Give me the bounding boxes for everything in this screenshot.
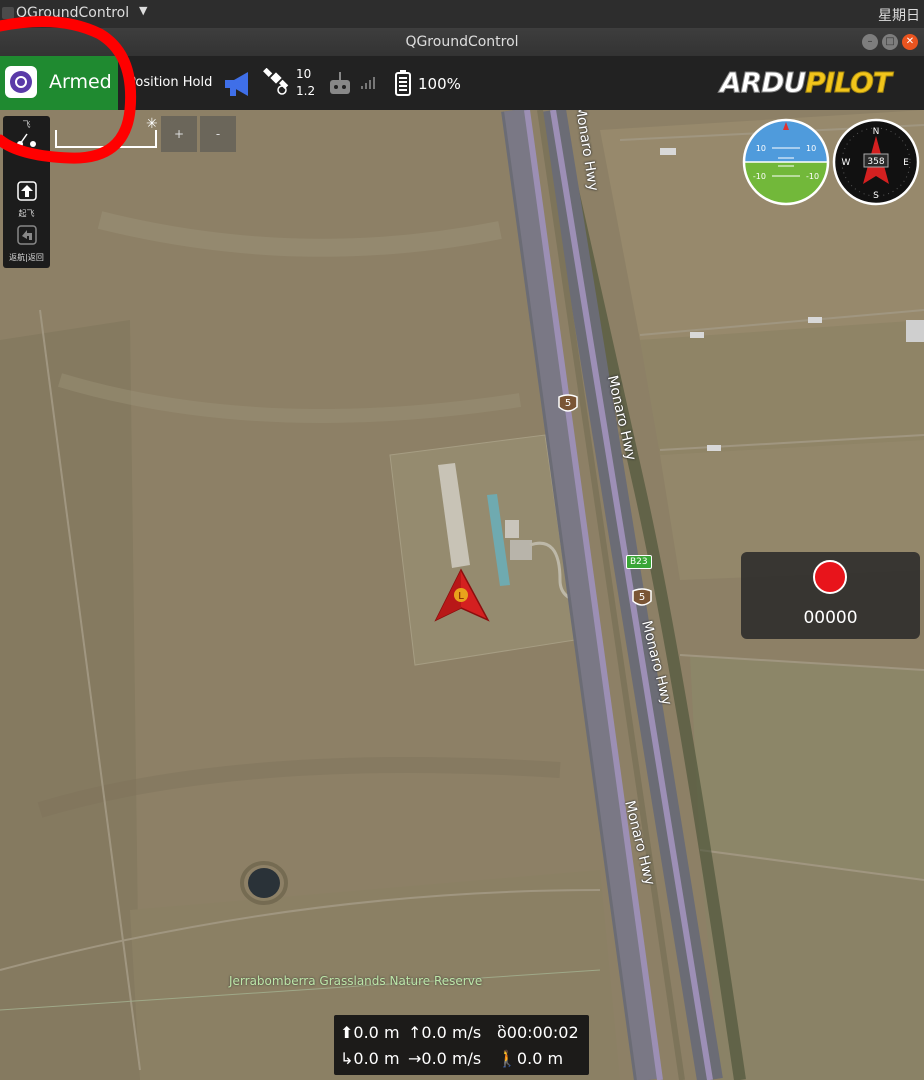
compass-east: E	[903, 158, 909, 168]
takeoff-label[interactable]: 起飞	[3, 208, 50, 219]
compass-west: W	[842, 158, 851, 168]
video-record-panel: 00000	[741, 552, 920, 639]
gps-satellite-count: 10	[296, 67, 312, 81]
timer-icon: ὃ	[497, 1023, 507, 1042]
window-title: QGroundControl	[405, 34, 519, 50]
megaphone-icon[interactable]	[222, 70, 254, 98]
vertical-speed-readout: ↑0.0 m/s	[408, 1023, 482, 1042]
altitude-icon: ⬆	[340, 1023, 354, 1042]
distance-icon: ↳	[340, 1049, 354, 1068]
ardupilot-logo: ARDUPILOT	[719, 66, 892, 100]
vehicle-marker-label: L	[458, 591, 464, 602]
route-shield: 5	[631, 587, 653, 609]
rtl-label[interactable]: 返航|返回	[3, 252, 50, 263]
reserve-label: Jerrabomberra Grasslands Nature Reserve	[229, 974, 483, 988]
heading-readout: 358	[867, 157, 884, 167]
compass-south: S	[873, 191, 879, 201]
ground-speed-icon: →	[408, 1049, 422, 1068]
altitude-readout: ⬆0.0 m	[340, 1023, 400, 1042]
compass-north: N	[873, 127, 880, 137]
maximize-button[interactable]: □	[882, 34, 898, 50]
annotation-circle	[0, 16, 137, 164]
rc-icon[interactable]	[328, 70, 352, 96]
home-distance-readout: 🚶0.0 m	[497, 1049, 564, 1068]
vertical-speed-icon: ↑	[408, 1023, 422, 1042]
pitch-mark: -10	[806, 172, 819, 181]
vehicle-marker[interactable]: L	[434, 568, 490, 624]
zoom-in-button[interactable]: +	[161, 116, 197, 152]
pitch-mark: 10	[756, 144, 766, 153]
os-clock[interactable]: 星期日	[878, 5, 920, 25]
compass-indicator[interactable]: N E S W 358	[832, 118, 920, 206]
telemetry-panel[interactable]: ⬆0.0 m ↑0.0 m/s ὃ00:00:02 ↳0.0 m →0.0 m/…	[334, 1015, 589, 1075]
shield-number: 5	[638, 592, 646, 603]
minimize-button[interactable]: –	[862, 34, 878, 50]
battery-icon[interactable]	[395, 69, 411, 97]
signal-icon[interactable]	[360, 74, 378, 90]
flight-time-readout: ὃ00:00:02	[497, 1023, 579, 1042]
takeoff-icon[interactable]	[16, 180, 38, 202]
close-button[interactable]: ✕	[902, 34, 918, 50]
pitch-mark: 10	[806, 144, 816, 153]
attitude-indicator[interactable]: 10 10 -10 -10	[742, 118, 830, 206]
zoom-out-button[interactable]: -	[200, 116, 236, 152]
pitch-mark: -10	[753, 172, 766, 181]
shield-number: 5	[564, 398, 572, 409]
record-timer: 00000	[803, 608, 858, 628]
satellite-icon[interactable]	[262, 68, 290, 96]
ground-speed-readout: →0.0 m/s	[408, 1049, 482, 1068]
route-badge: B23	[626, 555, 652, 569]
walker-icon: 🚶	[497, 1049, 517, 1068]
route-shield: 5	[557, 393, 579, 415]
rtl-icon[interactable]	[16, 224, 38, 246]
record-button[interactable]	[813, 560, 847, 594]
gps-hdop: 1.2	[296, 84, 316, 98]
distance-readout: ↳0.0 m	[340, 1049, 400, 1068]
battery-percent[interactable]: 100%	[418, 75, 461, 93]
